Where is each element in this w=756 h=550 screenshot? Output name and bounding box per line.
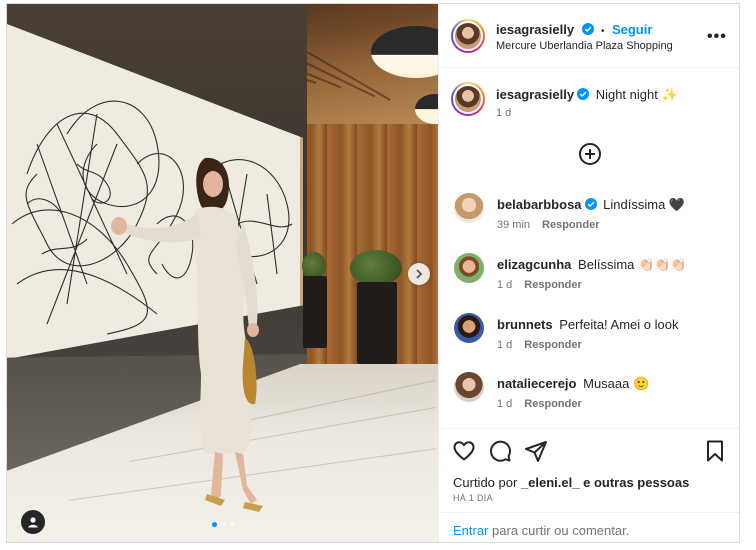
comment-text: Perfeita! Amei o look [559,317,679,332]
header-author-line: iesagrasielly • Seguir [496,21,652,39]
photo-planter [303,276,327,348]
comment-icon[interactable] [488,439,512,463]
comment-text: Musaaa 🙂 [583,376,650,391]
next-arrow-icon [416,269,423,279]
comment-text: Lindíssima 🖤 [603,197,686,212]
reply-button[interactable]: Responder [524,398,581,410]
comment-avatar[interactable] [454,313,484,343]
likes-summary: Curtido por _eleni.el_ e outras pessoas [453,475,689,490]
comment-text: Belíssima 👏🏻👏🏻👏🏻 [578,257,687,272]
comment-username[interactable]: nataliecerejo [497,376,577,391]
comment-item: belabarbbosa Lindíssima 🖤 39 min Responde… [451,190,731,231]
post-header: iesagrasielly • Seguir Mercure Uberlandi… [439,4,739,68]
verified-icon [577,88,590,100]
post-location[interactable]: Mercure Uberlandia Plaza Shopping [496,40,673,52]
carousel-next-button[interactable] [408,263,430,285]
login-prompt: Entrar para curtir ou comentar. [439,512,739,542]
comment-username[interactable]: belabarbbosa [497,197,582,212]
bookmark-icon[interactable] [703,439,727,463]
caption-username[interactable]: iesagrasielly [496,87,574,102]
author-avatar-image [453,21,483,51]
comment-body: elizagcunha Belíssima 👏🏻👏🏻👏🏻 [497,256,731,273]
post-time: HÁ 1 DIA [453,493,493,503]
verified-icon [581,23,594,35]
caption-avatar-image [453,84,483,114]
add-comment-icon[interactable] [578,142,602,166]
follow-button[interactable]: Seguir [612,22,652,37]
user-tag-button[interactable] [21,510,45,534]
likes-suffix[interactable]: e outras pessoas [583,475,689,490]
heart-icon[interactable] [452,439,476,463]
carousel-dot [230,522,235,527]
user-tag-icon [28,517,38,528]
comment-avatar[interactable] [454,372,484,402]
comment-body: nataliecerejo Musaaa 🙂 [497,375,731,392]
verified-icon [584,198,597,210]
caption-avatar[interactable] [451,82,485,116]
comment-age: 1 d [497,398,513,410]
comment-meta: 1 d Responder [497,339,582,351]
comment-age: 1 d [497,339,513,351]
caption: iesagrasielly Night night ✨ [496,86,732,103]
share-icon[interactable] [524,439,548,463]
comment-item: elizagcunha Belíssima 👏🏻👏🏻👏🏻 1 d Responde… [451,250,731,291]
carousel-indicator [212,522,235,527]
comment-username[interactable]: brunnets [497,317,553,332]
comment-item: brunnets Perfeita! Amei o look 1 d Respon… [451,310,731,351]
login-link[interactable]: Entrar [453,523,488,538]
reply-button[interactable]: Responder [524,279,581,291]
comment-body: belabarbbosa Lindíssima 🖤 [497,196,731,213]
comment-age: 1 d [497,279,513,291]
reply-button[interactable]: Responder [542,219,599,231]
comment-username[interactable]: elizagcunha [497,257,571,272]
comment-item: nataliecerejo Musaaa 🙂 1 d Responder [451,369,731,410]
comment-meta: 1 d Responder [497,398,582,410]
author-username[interactable]: iesagrasielly [496,22,574,37]
likes-prefix: Curtido por [453,475,518,490]
reply-button[interactable]: Responder [524,339,581,351]
post-photo[interactable] [7,4,438,542]
photo-planter [357,282,397,364]
comment-avatar[interactable] [454,193,484,223]
comment-meta: 1 d Responder [497,279,582,291]
login-text: Entrar para curtir ou comentar. [453,523,629,538]
comment-age: 39 min [497,219,531,231]
photo-plant [350,250,402,286]
carousel-dot [212,522,217,527]
photo-person [111,157,263,512]
likes-user[interactable]: _eleni.el_ [521,475,580,490]
post-card: iesagrasielly • Seguir Mercure Uberlandi… [6,3,740,543]
header-separator: • [600,26,605,37]
comment-avatar[interactable] [454,253,484,283]
caption-age: 1 d [496,107,512,119]
caption-text: Night night ✨ [595,87,678,102]
carousel-dot [221,522,226,527]
author-avatar[interactable] [451,19,485,53]
action-bar [439,428,739,468]
comment-meta: 39 min Responder [497,219,600,231]
post-side-panel: iesagrasielly • Seguir Mercure Uberlandi… [438,4,739,542]
login-rest: para curtir ou comentar. [492,523,630,538]
comment-body: brunnets Perfeita! Amei o look [497,316,731,333]
more-options-icon[interactable]: ••• [707,28,727,46]
